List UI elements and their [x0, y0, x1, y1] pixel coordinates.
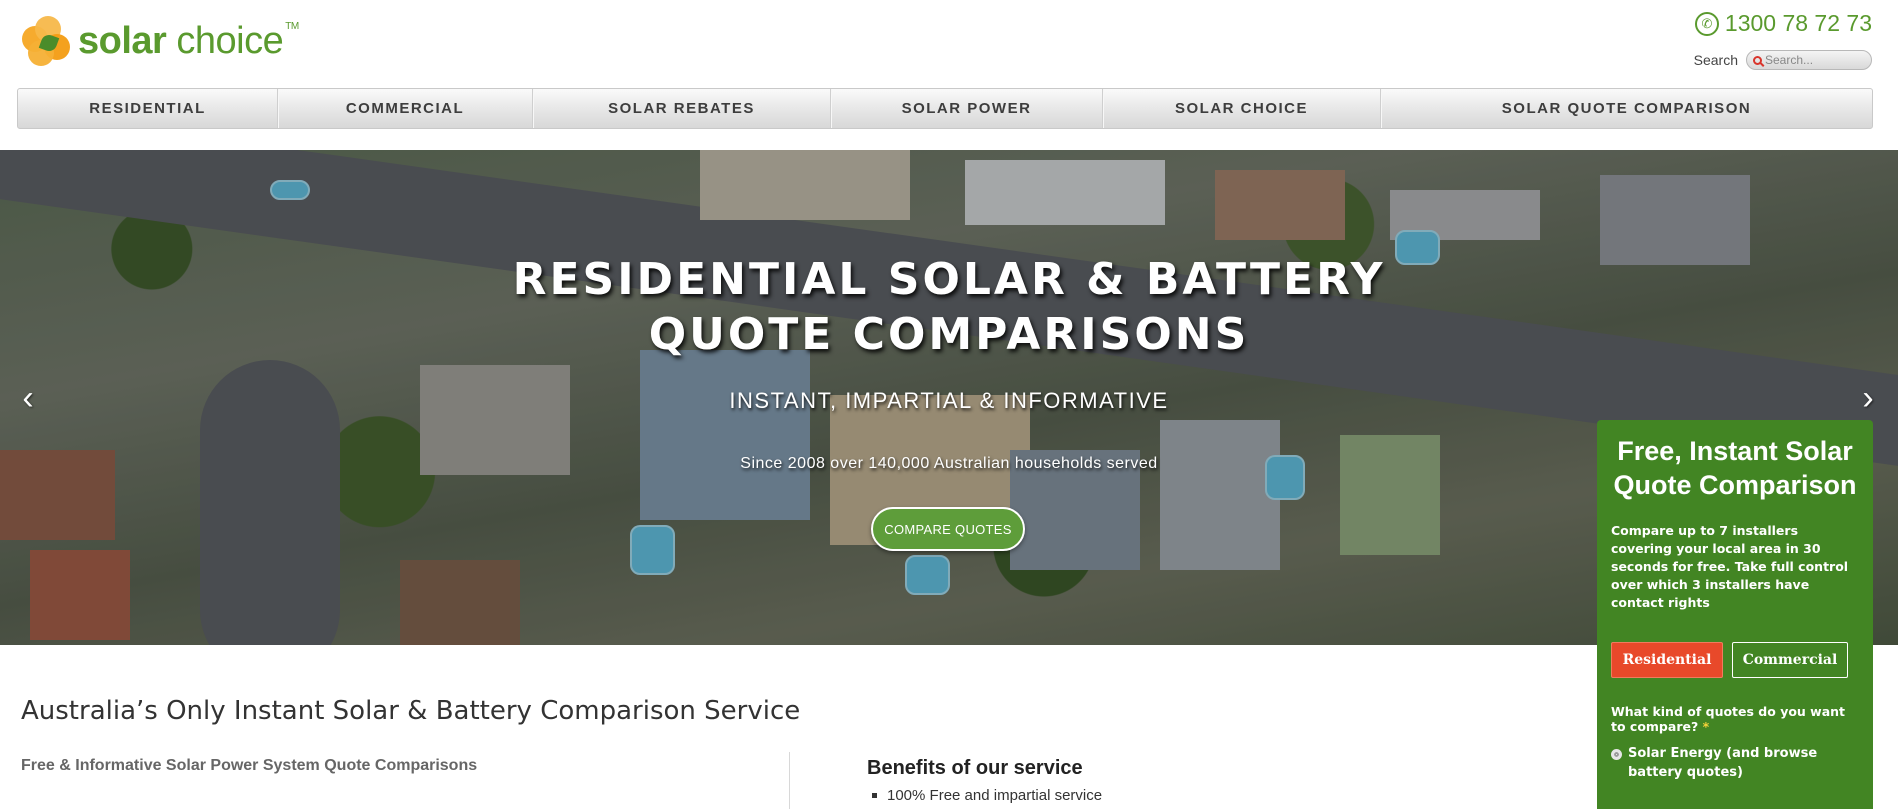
section-subheading: Free & Informative Solar Power System Qu… [21, 757, 478, 774]
quote-panel-title: Free, Instant Solar Quote Comparison [1613, 436, 1857, 500]
tab-residential[interactable]: Residential [1611, 642, 1723, 678]
column-divider [789, 752, 790, 809]
hero-title: RESIDENTIAL SOLAR & BATTERY QUOTE COMPAR… [512, 254, 1386, 360]
nav-item-commercial[interactable]: COMMERCIAL [278, 89, 533, 128]
option-solar-energy[interactable]: Solar Energy (and browse battery quotes) [1611, 744, 1859, 782]
search-bar: Search [1694, 50, 1872, 70]
compare-quotes-button[interactable]: COMPARE QUOTES [871, 507, 1025, 551]
logo-flower-icon [22, 16, 74, 66]
benefits-heading: Benefits of our service [867, 757, 1083, 779]
hero-subtitle: INSTANT, IMPARTIAL & INFORMATIVE [729, 388, 1169, 413]
site-header: solar choice TM ✆ 1300 78 72 73 Search [0, 0, 1898, 88]
nav-item-solar-choice[interactable]: SOLAR CHOICE [1103, 89, 1381, 128]
tab-commercial[interactable]: Commercial [1732, 642, 1848, 678]
option-label: Solar Energy (and browse battery quotes) [1628, 746, 1818, 780]
logo-wordmark: solar choice TM [78, 20, 299, 62]
solar-choice-logo[interactable]: solar choice TM [22, 16, 299, 66]
page-heading: Australia’s Only Instant Solar & Battery… [21, 696, 801, 726]
search-label: Search [1693, 52, 1738, 68]
phone-number: 1300 78 72 73 [1724, 10, 1872, 36]
quote-type-tabs: Residential Commercial [1611, 642, 1859, 678]
radio-button-icon[interactable] [1611, 749, 1622, 760]
slider-next-icon[interactable]: › [1858, 381, 1878, 415]
nav-item-solar-rebates[interactable]: SOLAR REBATES [533, 89, 831, 128]
search-icon [1753, 55, 1762, 65]
phone-link[interactable]: ✆ 1300 78 72 73 [1694, 10, 1872, 37]
required-mark: * [1702, 719, 1710, 734]
search-input[interactable] [1765, 53, 1865, 67]
nav-item-residential[interactable]: RESIDENTIAL [18, 89, 278, 128]
nav-item-solar-power[interactable]: SOLAR POWER [831, 89, 1103, 128]
quote-kind-question: What kind of quotes do you want to compa… [1611, 704, 1846, 734]
slider-prev-icon[interactable]: ‹ [18, 381, 38, 415]
main-nav: RESIDENTIAL COMMERCIAL SOLAR REBATES SOL… [17, 88, 1873, 129]
nav-item-solar-quote-comparison[interactable]: SOLAR QUOTE COMPARISON [1381, 89, 1872, 128]
list-item: 100% Free and impartial service [872, 787, 1102, 804]
search-box[interactable] [1746, 50, 1872, 70]
quote-panel-description: Compare up to 7 installers covering your… [1611, 523, 1849, 610]
benefits-list: 100% Free and impartial service [872, 787, 1102, 804]
bullet-icon [872, 793, 877, 798]
quote-comparison-panel: Free, Instant Solar Quote Comparison Com… [1597, 420, 1873, 809]
phone-icon: ✆ [1694, 11, 1719, 36]
